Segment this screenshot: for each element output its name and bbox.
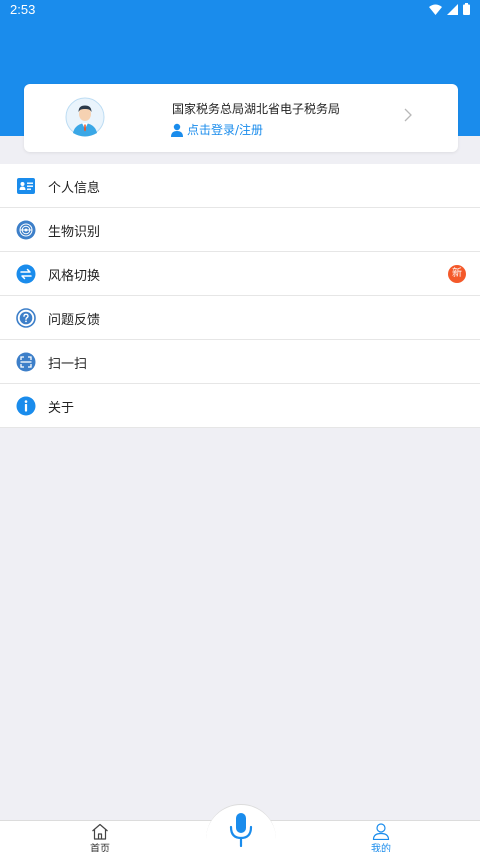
signal-icon <box>447 3 458 15</box>
status-time: 2:53 <box>10 2 36 17</box>
login-text: 点击登录/注册 <box>187 123 264 137</box>
tab-mine-label: 我的 <box>371 844 391 852</box>
tab-mine[interactable]: 我的 <box>351 823 411 852</box>
menu-item-about[interactable]: 关于 <box>0 384 480 428</box>
login-link[interactable]: 点击登录/注册 <box>170 121 263 138</box>
home-icon <box>92 823 108 840</box>
menu-item-feedback[interactable]: 问题反馈 <box>0 296 480 340</box>
switch-arrows-icon <box>16 264 36 284</box>
scan-icon <box>16 352 36 372</box>
battery-icon <box>463 3 470 15</box>
status-bar: 2:53 <box>0 0 480 20</box>
voice-button[interactable] <box>206 804 276 852</box>
wifi-icon <box>429 4 442 15</box>
tab-home-label: 首页 <box>90 844 110 852</box>
menu-item-style-switch[interactable]: 风格切换 新 <box>0 252 480 296</box>
user-icon <box>171 123 183 137</box>
menu-label-feedback: 问题反馈 <box>48 313 101 328</box>
id-card-icon <box>17 178 35 194</box>
profile-card[interactable]: 国家税务总局湖北省电子税务局 点击登录/注册 <box>24 84 458 152</box>
org-name: 国家税务总局湖北省电子税务局 <box>172 102 341 116</box>
tab-home[interactable]: 首页 <box>70 823 130 852</box>
microphone-icon <box>229 813 253 847</box>
chevron-right-icon <box>404 108 412 122</box>
person-icon <box>372 823 390 840</box>
info-icon <box>16 396 36 416</box>
menu-label-about: 关于 <box>48 401 75 416</box>
status-icons <box>429 3 470 15</box>
menu-label-biometric: 生物识别 <box>48 225 101 240</box>
menu-item-personal-info[interactable]: 个人信息 <box>0 164 480 208</box>
fingerprint-icon <box>16 220 36 240</box>
new-badge: 新 <box>448 265 466 283</box>
avatar <box>65 97 105 137</box>
menu-item-scan[interactable]: 扫一扫 <box>0 340 480 384</box>
menu-label-style-switch: 风格切换 <box>48 269 101 284</box>
question-icon <box>16 308 36 328</box>
settings-menu: 个人信息 生物识别 风格切换 新 问题反馈 扫一扫 关于 <box>0 164 480 428</box>
menu-label-personal-info: 个人信息 <box>48 181 101 196</box>
menu-item-biometric[interactable]: 生物识别 <box>0 208 480 252</box>
menu-label-scan: 扫一扫 <box>48 357 88 372</box>
